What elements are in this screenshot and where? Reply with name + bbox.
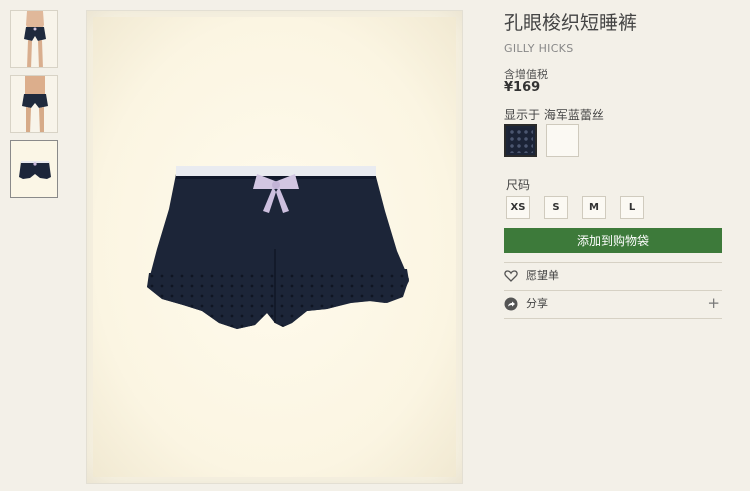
size-label: 尺码 (506, 178, 531, 192)
wishlist-label: 愿望单 (526, 269, 559, 282)
heart-icon (504, 268, 518, 282)
swatch-navy-eyelet[interactable] (504, 124, 537, 157)
divider (504, 318, 722, 319)
model-back-image (11, 76, 57, 132)
color-label: 显示于 海军蓝蕾丝 (504, 108, 604, 122)
wishlist-row[interactable]: 愿望单 (504, 265, 722, 285)
thumbnail-model-front[interactable] (10, 10, 58, 68)
product-flat-image (11, 141, 57, 197)
price: ¥169 (504, 80, 541, 95)
divider (504, 262, 722, 263)
product-title: 孔眼梭织短睡裤 (504, 12, 638, 34)
brand-name: GILLY HICKS (504, 42, 574, 55)
share-expand-icon[interactable]: + (707, 295, 720, 311)
main-product-image (86, 10, 463, 484)
size-option-l[interactable]: L (620, 196, 644, 219)
model-front-image (11, 11, 57, 67)
swatch-pattern (508, 128, 533, 153)
shorts-illustration (147, 166, 409, 329)
share-label: 分享 (526, 297, 548, 310)
size-option-m[interactable]: M (582, 196, 606, 219)
add-to-bag-button[interactable]: 添加到购物袋 (504, 228, 722, 253)
thumbnail-product-flat[interactable] (10, 140, 58, 198)
size-option-xs[interactable]: XS (506, 196, 530, 219)
swatch-white[interactable] (546, 124, 579, 157)
thumbnail-model-back[interactable] (10, 75, 58, 133)
share-icon (504, 296, 518, 311)
divider (504, 290, 722, 291)
size-option-s[interactable]: S (544, 196, 568, 219)
share-row[interactable]: 分享 + (504, 293, 722, 313)
thumbnail-list (10, 10, 58, 205)
